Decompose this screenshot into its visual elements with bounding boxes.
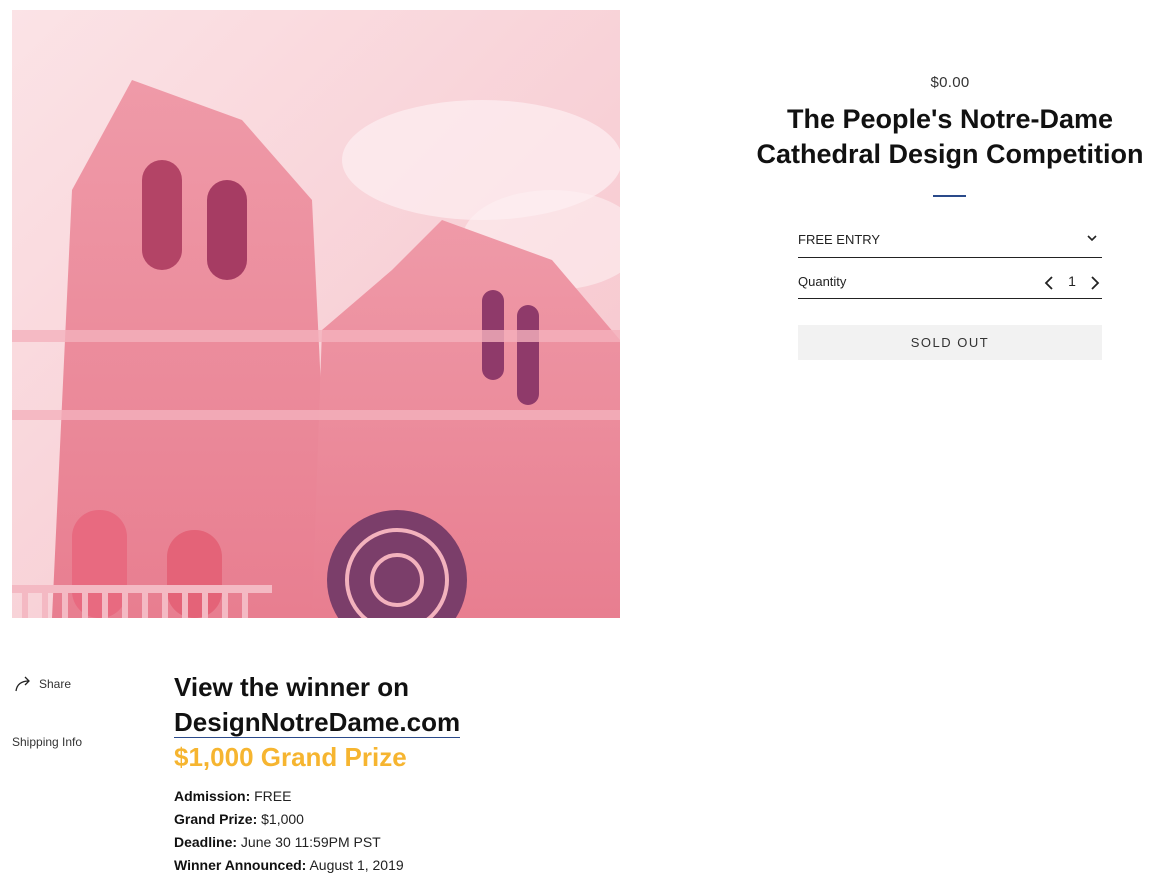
fact-row: Winner Announced: August 1, 2019 [174, 854, 654, 877]
product-image[interactable] [12, 10, 620, 618]
product-description: View the winner on DesignNotreDame.com $… [174, 670, 654, 877]
quantity-value[interactable]: 1 [1064, 273, 1080, 289]
fact-key: Admission: [174, 788, 251, 804]
prize-heading: $1,000 Grand Prize [174, 742, 407, 772]
decrease-quantity-button[interactable] [1042, 275, 1056, 291]
winner-heading: View the winner on DesignNotreDame.com [174, 670, 654, 740]
variant-selected-value: FREE ENTRY [798, 232, 881, 247]
fact-row: Admission: FREE [174, 785, 654, 808]
share-link[interactable]: Share [14, 676, 71, 692]
fact-key: Deadline: [174, 834, 238, 850]
fact-row: Deadline: June 30 11:59PM PST [174, 831, 654, 854]
share-arrow-icon [15, 676, 30, 692]
quantity-label: Quantity [798, 274, 847, 289]
competition-facts: Admission: FREE Grand Prize: $1,000 Dead… [174, 785, 654, 877]
sold-out-button[interactable]: SOLD OUT [798, 325, 1102, 360]
chevron-down-icon [1087, 235, 1097, 242]
increase-quantity-button[interactable] [1088, 275, 1102, 291]
fact-value: June 30 11:59PM PST [240, 834, 381, 850]
cathedral-illustration [12, 10, 620, 618]
fact-key: Winner Announced: [174, 857, 307, 873]
fact-row: Grand Prize: $1,000 [174, 808, 654, 831]
title-divider [933, 195, 966, 197]
shipping-info-link[interactable]: Shipping Info [12, 735, 82, 749]
product-title: The People's Notre-Dame Cathedral Design… [756, 104, 1144, 169]
quantity-stepper: Quantity 1 [798, 264, 1102, 299]
share-label: Share [39, 677, 72, 691]
fact-value: $1,000 [261, 811, 304, 827]
winner-heading-text: View the winner on [174, 672, 410, 702]
design-notre-dame-link[interactable]: DesignNotreDame.com [174, 707, 461, 738]
variant-select[interactable]: FREE ENTRY [798, 222, 1102, 258]
fact-value: August 1, 2019 [309, 857, 404, 873]
product-price: $0.00 [930, 74, 970, 91]
fact-value: FREE [254, 788, 292, 804]
fact-key: Grand Prize: [174, 811, 258, 827]
